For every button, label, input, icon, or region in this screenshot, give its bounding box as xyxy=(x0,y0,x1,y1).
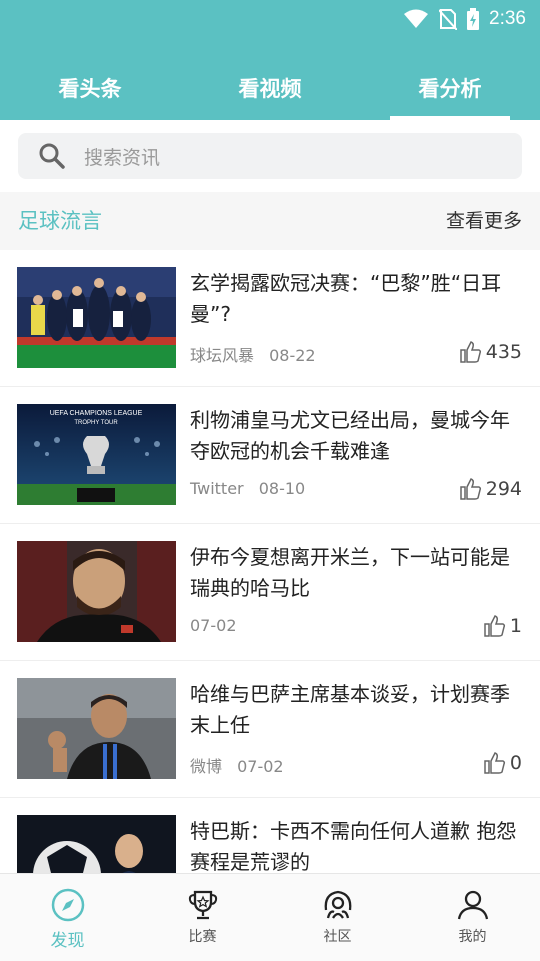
list-item[interactable]: 哈维与巴萨主席基本谈妥，计划赛季末上任 微博 07-02 0 xyxy=(0,661,540,798)
battery-icon xyxy=(467,8,480,30)
tab-headlines[interactable]: 看头条 xyxy=(0,68,180,120)
like-button[interactable]: 1 xyxy=(483,614,522,638)
section-header: 足球流言 查看更多 xyxy=(0,192,540,250)
view-more-link[interactable]: 查看更多 xyxy=(446,192,522,250)
thumbs-up-icon xyxy=(459,478,481,500)
article-title: 伊布今夏想离开米兰，下一站可能是瑞典的哈马比 xyxy=(190,545,510,600)
status-bar: 2:36 xyxy=(393,8,526,30)
like-count: 1 xyxy=(509,615,522,637)
app-header: 2:36 看头条 看视频 看分析 xyxy=(0,0,540,120)
article-source: 球坛风暴 xyxy=(190,346,255,365)
like-button[interactable]: 0 xyxy=(483,751,522,775)
article-thumbnail xyxy=(17,678,176,779)
user-icon xyxy=(457,890,488,920)
article-date: 08-10 xyxy=(258,479,306,498)
search-icon xyxy=(38,142,66,170)
ucl-banner-text: UEFA CHAMPIONS LEAGUE xyxy=(50,410,143,417)
article-meta: 07-02 xyxy=(190,616,247,635)
nav-label: 我的 xyxy=(458,929,487,945)
nav-discover[interactable]: 发现 xyxy=(0,874,135,961)
article-thumbnail: UEFA CHAMPIONS LEAGUE TROPHY TOUR xyxy=(17,404,176,505)
trophy-icon xyxy=(188,890,217,920)
like-button[interactable]: 294 xyxy=(459,477,522,501)
nav-label: 发现 xyxy=(50,931,85,951)
community-icon xyxy=(324,890,351,919)
like-count: 435 xyxy=(485,341,522,363)
nav-label: 社区 xyxy=(323,929,352,945)
article-thumbnail xyxy=(17,267,176,368)
section-title: 足球流言 xyxy=(18,209,102,233)
article-title: 利物浦皇马尤文已经出局，曼城今年夺欧冠的机会千载难逢 xyxy=(190,408,510,463)
article-title: 玄学揭露欧冠决赛：“巴黎”胜“日耳曼”? xyxy=(190,271,502,326)
bottom-navigation: 发现 比赛 社区 我的 xyxy=(0,873,540,961)
article-date: 08-22 xyxy=(269,346,316,365)
nav-matches[interactable]: 比赛 xyxy=(135,874,270,961)
status-time: 2:36 xyxy=(489,8,526,29)
search-area: 搜索资讯 xyxy=(0,120,540,192)
article-title: 特巴斯：卡西不需向任何人道歉 抱怨赛程是荒谬的 xyxy=(190,819,517,874)
article-title: 哈维与巴萨主席基本谈妥，计划赛季末上任 xyxy=(190,682,510,737)
thumbs-up-icon xyxy=(484,752,505,774)
article-thumbnail xyxy=(17,541,176,642)
search-placeholder: 搜索资讯 xyxy=(84,146,161,169)
thumbs-up-icon xyxy=(459,341,481,363)
thumbs-up-icon xyxy=(484,615,505,637)
list-item[interactable]: 玄学揭露欧冠决赛：“巴黎”胜“日耳曼”? 球坛风暴 08-22 435 xyxy=(0,250,540,387)
search-input[interactable]: 搜索资讯 xyxy=(18,133,522,179)
article-date: 07-02 xyxy=(237,757,284,776)
tab-videos[interactable]: 看视频 xyxy=(180,68,360,120)
article-meta: Twitter 08-10 xyxy=(190,479,315,498)
tab-analysis[interactable]: 看分析 xyxy=(360,68,540,120)
article-source: 微博 xyxy=(190,757,223,776)
no-sim-icon xyxy=(439,8,458,30)
like-count: 0 xyxy=(509,752,522,774)
nav-label: 比赛 xyxy=(188,929,217,945)
trophy-tour-text: TROPHY TOUR xyxy=(74,420,118,426)
compass-icon xyxy=(51,888,84,922)
like-count: 294 xyxy=(485,478,522,500)
nav-profile[interactable]: 我的 xyxy=(405,874,540,961)
list-item[interactable]: 伊布今夏想离开米兰，下一站可能是瑞典的哈马比 07-02 1 xyxy=(0,524,540,661)
nav-community[interactable]: 社区 xyxy=(270,874,405,961)
article-meta: 球坛风暴 08-22 xyxy=(190,342,326,366)
like-button[interactable]: 435 xyxy=(459,340,522,364)
top-tabs: 看头条 看视频 看分析 xyxy=(0,68,540,120)
wifi-icon xyxy=(403,9,429,29)
list-item[interactable]: UEFA CHAMPIONS LEAGUE TROPHY TOUR 利物浦皇马尤… xyxy=(0,387,540,524)
article-source: Twitter xyxy=(190,479,244,498)
article-date: 07-02 xyxy=(190,616,237,635)
article-meta: 微博 07-02 xyxy=(190,753,294,777)
article-list: 玄学揭露欧冠决赛：“巴黎”胜“日耳曼”? 球坛风暴 08-22 435 UEFA… xyxy=(0,250,540,935)
